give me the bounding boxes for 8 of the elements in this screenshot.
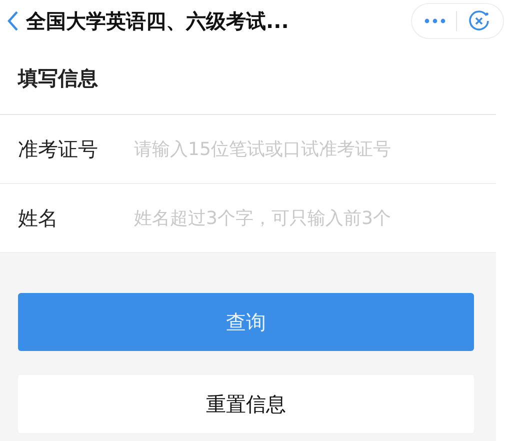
field-label: 姓名 (18, 204, 59, 232)
reset-button[interactable]: 重置信息 (18, 375, 474, 433)
field-label: 准考证号 (18, 136, 99, 162)
close-icon[interactable] (467, 9, 491, 33)
page-title: 全国大学英语四、六级考试... (26, 8, 290, 34)
section-title: 填写信息 (18, 64, 98, 92)
back-icon[interactable] (6, 10, 20, 32)
more-icon[interactable] (424, 17, 446, 25)
